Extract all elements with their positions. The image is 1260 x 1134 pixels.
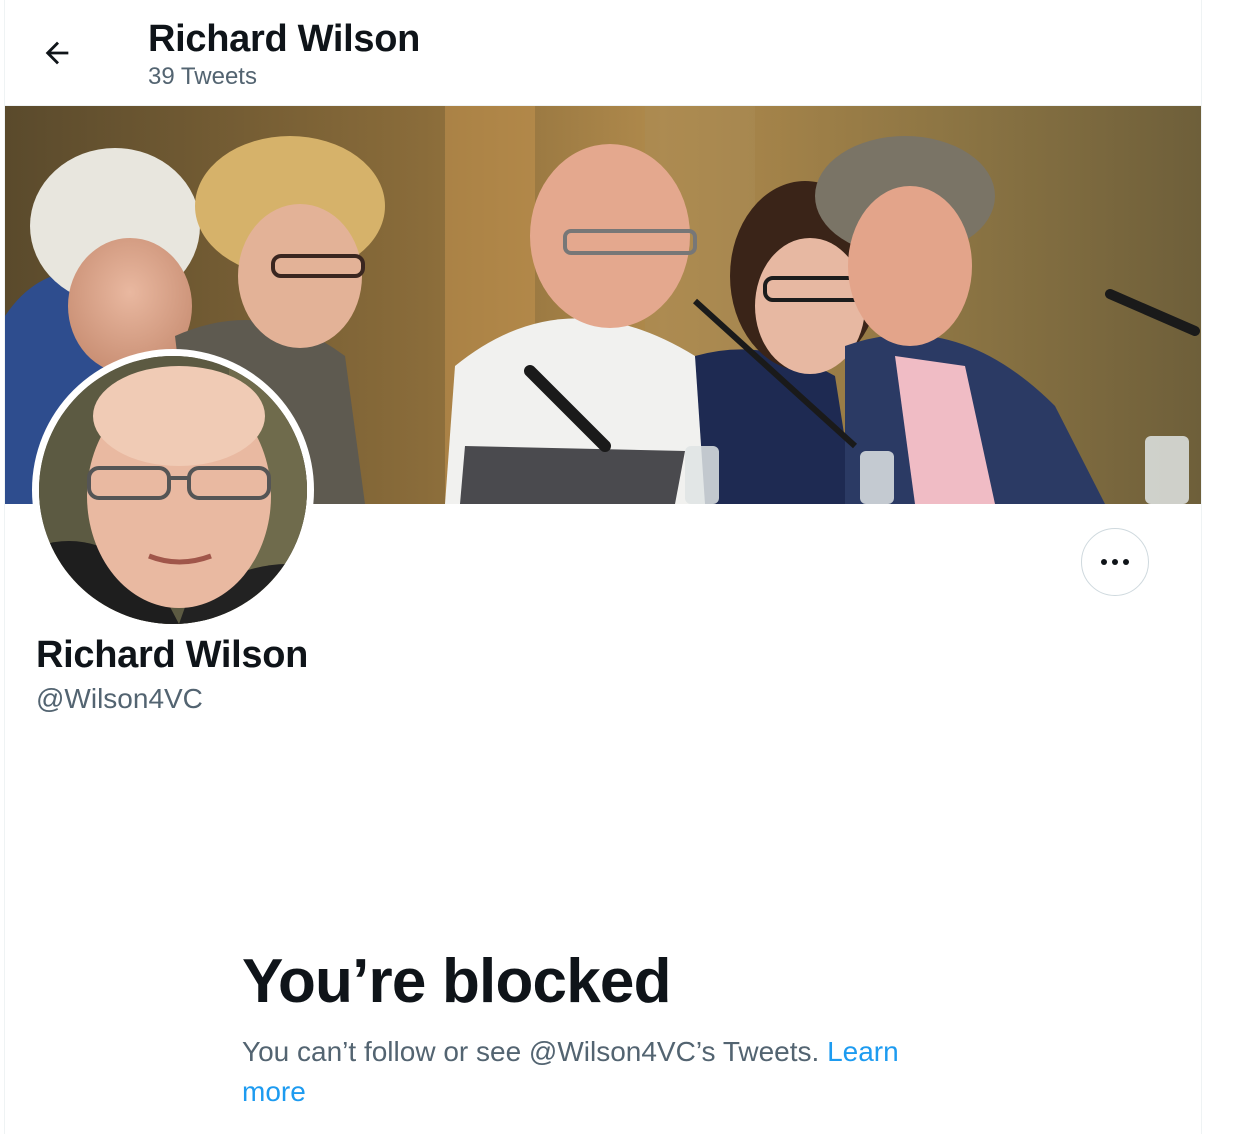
tweet-count: 39 Tweets <box>148 63 257 90</box>
more-options-button[interactable] <box>1081 528 1149 596</box>
header-title: Richard Wilson <box>148 18 421 60</box>
profile-header: Richard Wilson 39 Tweets <box>5 0 1201 106</box>
profile-handle: @Wilson4VC <box>36 683 203 714</box>
profile-name: Richard Wilson <box>36 634 309 676</box>
blocked-title: You’re blocked <box>242 947 671 1016</box>
profile-column: Richard Wilson 39 Tweets Richard Wilson … <box>4 0 1202 1134</box>
back-button[interactable] <box>33 29 81 77</box>
avatar-photo <box>39 356 307 624</box>
blocked-message: You can’t follow or see @Wilson4VC’s Twe… <box>242 1032 962 1112</box>
more-horizontal-icon <box>1101 559 1129 565</box>
profile-avatar[interactable] <box>32 349 314 631</box>
arrow-left-icon <box>45 41 69 65</box>
blocked-message-text: You can’t follow or see @Wilson4VC’s Twe… <box>242 1036 820 1067</box>
